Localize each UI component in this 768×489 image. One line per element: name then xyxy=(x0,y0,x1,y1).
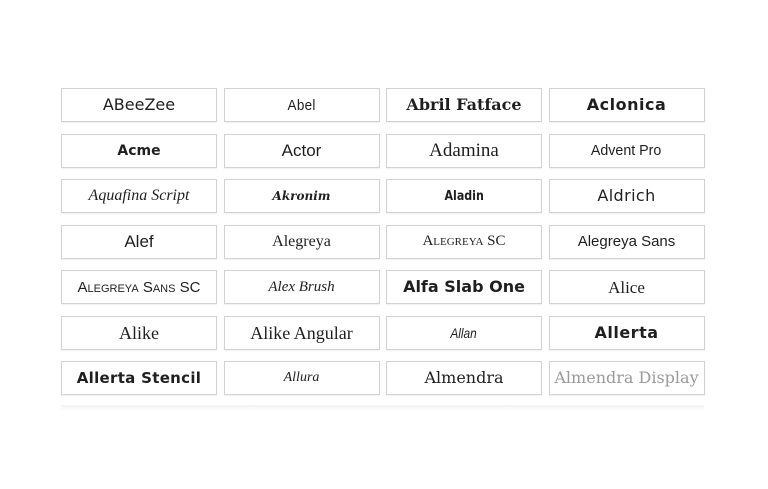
font-tile-alike[interactable]: Alike xyxy=(61,315,217,350)
font-tile-aldrich[interactable]: Aldrich xyxy=(548,179,705,213)
font-tile-alfa-slab-one[interactable]: Alfa Slab One xyxy=(386,270,542,304)
font-tile-alegreya-sans-sc[interactable]: Alegreya Sans SC xyxy=(61,270,217,304)
grid-bottom-shadow xyxy=(61,405,704,411)
font-tile-aclonica[interactable]: Aclonica xyxy=(548,88,705,122)
font-name: Alice xyxy=(608,277,645,297)
font-name: Abel xyxy=(287,96,316,114)
font-tile-almendra[interactable]: Almendra xyxy=(386,361,542,395)
font-name: Aladin xyxy=(444,188,484,204)
font-name: ABeeZee xyxy=(102,95,176,114)
font-tile-allerta-stencil[interactable]: Allerta Stencil xyxy=(61,361,217,395)
font-name: Alike Angular xyxy=(250,322,353,343)
font-name: Alegreya Sans SC xyxy=(77,278,201,296)
font-name: Aclonica xyxy=(586,95,667,114)
font-tile-abeezee[interactable]: ABeeZee xyxy=(61,88,217,122)
font-tile-acme[interactable]: Acme xyxy=(61,133,217,168)
font-tile-akronim[interactable]: Akronim xyxy=(223,179,380,213)
font-tile-abel[interactable]: Abel xyxy=(223,88,380,122)
font-name: Advent Pro xyxy=(591,142,662,159)
font-name: Aquafina Script xyxy=(88,187,190,204)
font-tile-aquafina-script[interactable]: Aquafina Script xyxy=(61,179,217,213)
font-name: Allerta xyxy=(594,322,659,342)
font-tile-alegreya-sans[interactable]: Alegreya Sans xyxy=(548,224,705,259)
font-tile-advent-pro[interactable]: Advent Pro xyxy=(548,133,705,168)
font-name: Alef xyxy=(124,232,154,251)
font-name: Alike xyxy=(119,322,159,343)
font-name: Almendra Display xyxy=(554,368,699,387)
font-tile-actor[interactable]: Actor xyxy=(223,133,380,168)
font-picker-page: ABeeZee Abel Abril Fatface Aclonica Acme… xyxy=(0,0,768,489)
font-name: Alegreya xyxy=(272,232,331,250)
font-name: Alegreya Sans xyxy=(577,233,676,250)
font-name: Actor xyxy=(281,141,322,160)
font-tile-alef[interactable]: Alef xyxy=(61,224,217,259)
font-name: Allan xyxy=(450,324,478,341)
font-tile-alice[interactable]: Alice xyxy=(548,270,705,304)
font-name: Alfa Slab One xyxy=(403,277,525,296)
font-tile-almendra-display[interactable]: Almendra Display xyxy=(548,361,705,395)
font-tile-allan[interactable]: Allan xyxy=(386,315,542,350)
font-grid: ABeeZee Abel Abril Fatface Aclonica Acme… xyxy=(61,88,705,395)
font-tile-alegreya-sc[interactable]: Alegreya SC xyxy=(386,224,542,259)
font-name: Acme xyxy=(117,142,161,159)
font-tile-alex-brush[interactable]: Alex Brush xyxy=(223,270,380,304)
font-tile-allerta[interactable]: Allerta xyxy=(548,315,705,350)
font-name: Adamina xyxy=(429,140,499,161)
font-tile-alike-angular[interactable]: Alike Angular xyxy=(223,315,380,350)
font-name: Almendra xyxy=(424,368,504,387)
font-tile-abril-fatface[interactable]: Abril Fatface xyxy=(386,88,542,122)
font-name: Abril Fatface xyxy=(406,95,522,114)
font-name: Akronim xyxy=(272,189,331,203)
font-tile-aladin[interactable]: Aladin xyxy=(386,179,542,213)
font-tile-allura[interactable]: Allura xyxy=(223,361,380,395)
font-tile-adamina[interactable]: Adamina xyxy=(386,133,542,168)
font-name: Aldrich xyxy=(597,186,656,205)
font-tile-alegreya[interactable]: Alegreya xyxy=(223,224,380,259)
font-name: Alegreya SC xyxy=(422,233,506,249)
font-name: Allerta Stencil xyxy=(76,368,202,387)
font-name: Alex Brush xyxy=(268,278,335,295)
font-name: Allura xyxy=(283,370,320,385)
